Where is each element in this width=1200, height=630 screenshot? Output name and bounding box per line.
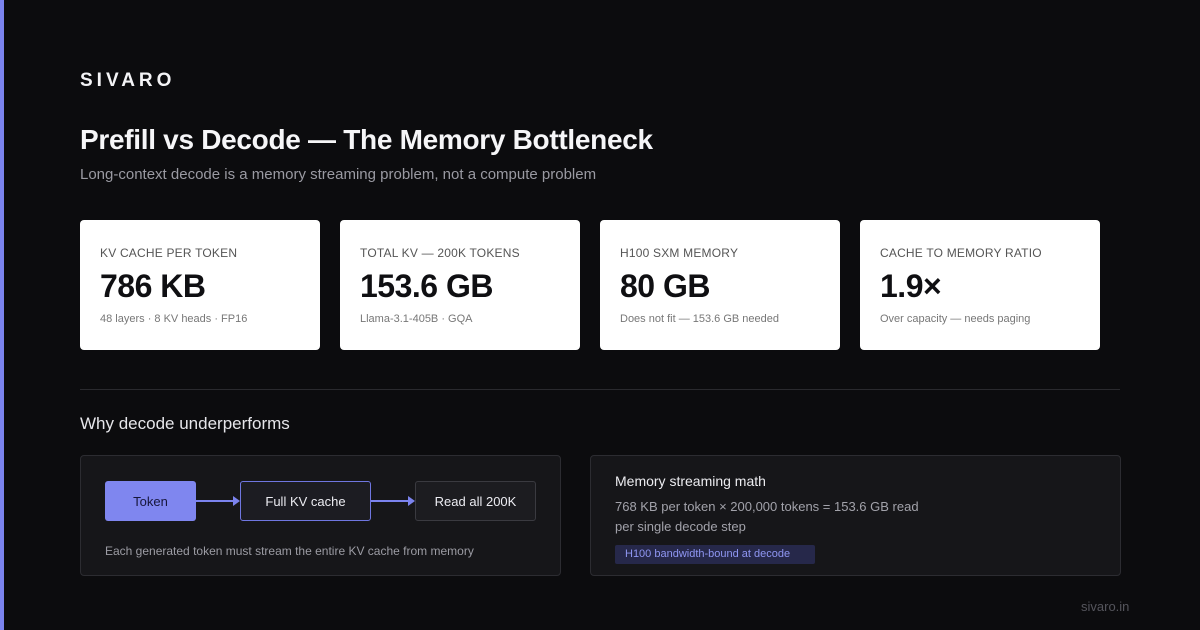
bandwidth-badge: H100 bandwidth-bound at decode	[615, 545, 815, 564]
footer-url: sivaro.in	[1081, 599, 1130, 614]
math-equation-continued: per single decode step	[615, 519, 746, 534]
read-all-box: Read all 200K	[415, 481, 536, 521]
stat-label: KV CACHE PER TOKEN	[100, 246, 238, 260]
stat-note: 48 layers · 8 KV heads · FP16	[100, 313, 248, 325]
stat-card-kv-per-token: KV CACHE PER TOKEN 786 KB 48 layers · 8 …	[80, 220, 320, 350]
token-box: Token	[105, 481, 196, 521]
math-title: Memory streaming math	[615, 473, 766, 489]
stat-note: Over capacity — needs paging	[880, 313, 1031, 325]
page-title: Prefill vs Decode — The Memory Bottlenec…	[80, 124, 653, 155]
section-title: Why decode underperforms	[80, 414, 290, 433]
stat-value: 153.6 GB	[360, 268, 493, 304]
stat-value: 786 KB	[100, 268, 206, 304]
flow-caption: Each generated token must stream the ent…	[105, 544, 474, 558]
stat-card-total-kv: TOTAL KV — 200K TOKENS 153.6 GB Llama-3.…	[340, 220, 580, 350]
stat-label: CACHE TO MEMORY RATIO	[880, 246, 1042, 260]
memory-math-panel: Memory streaming math 768 KB per token ×…	[590, 455, 1121, 576]
stat-note: Does not fit — 153.6 GB needed	[620, 313, 779, 325]
stat-note: Llama-3.1-405B · GQA	[360, 313, 473, 325]
section-divider	[80, 389, 1120, 390]
stat-label: H100 SXM MEMORY	[620, 246, 739, 260]
brand-logo: SIVARO	[80, 70, 176, 91]
stats-row: KV CACHE PER TOKEN 786 KB 48 layers · 8 …	[80, 220, 1100, 350]
kv-cache-box: Full KV cache	[240, 481, 371, 521]
arrow-right-icon	[196, 496, 240, 506]
decode-flow-panel: Token Full KV cache Read all 200K Each g…	[80, 455, 561, 576]
stat-label: TOTAL KV — 200K TOKENS	[360, 246, 520, 260]
math-equation: 768 KB per token × 200,000 tokens = 153.…	[615, 499, 919, 514]
arrow-right-icon	[371, 496, 415, 506]
page-subtitle: Long-context decode is a memory streamin…	[80, 166, 597, 183]
stat-card-cache-ratio: CACHE TO MEMORY RATIO 1.9× Over capacity…	[860, 220, 1100, 350]
stat-card-h100-memory: H100 SXM MEMORY 80 GB Does not fit — 153…	[600, 220, 840, 350]
stat-value: 1.9×	[880, 268, 942, 304]
stat-value: 80 GB	[620, 268, 710, 304]
accent-bar	[0, 0, 4, 630]
